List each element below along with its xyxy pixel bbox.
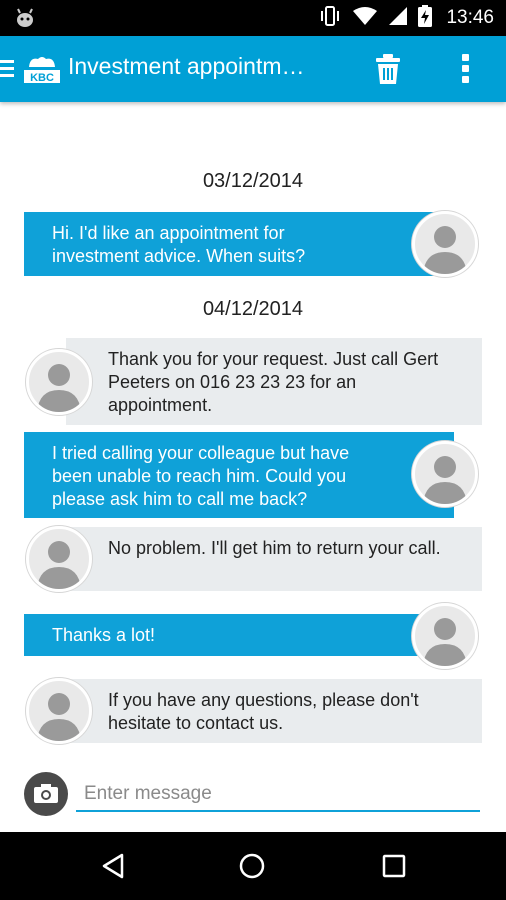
status-bar: 13:46 [0, 0, 506, 36]
camera-icon [24, 784, 68, 820]
message-bubble-outgoing[interactable]: I tried calling your colleague but have … [24, 432, 454, 518]
camera-button[interactable] [24, 772, 68, 816]
app-bar: KBC Investment appointm… [0, 36, 506, 102]
input-underline [76, 810, 480, 812]
signal-icon [388, 6, 408, 30]
status-time: 13:46 [446, 7, 494, 28]
message-bubble-outgoing[interactable]: Hi. I'd like an appointment for investme… [24, 212, 454, 276]
agent-avatar [26, 349, 92, 415]
user-avatar [412, 603, 478, 669]
wifi-icon [352, 6, 378, 30]
message-bubble-incoming[interactable]: Thank you for your request. Just call Ge… [66, 338, 482, 425]
home-icon[interactable] [238, 852, 266, 884]
overflow-menu-icon[interactable] [456, 52, 476, 90]
system-navigation-bar [0, 832, 506, 900]
vibrate-icon [318, 5, 342, 31]
back-icon[interactable] [100, 852, 126, 884]
message-composer [0, 768, 506, 832]
message-bubble-incoming[interactable]: If you have any questions, please don't … [66, 679, 482, 743]
message-bubble-incoming[interactable]: No problem. I'll get him to return your … [66, 527, 482, 591]
screen-title: Investment appointm… [68, 53, 305, 79]
delete-trash-icon[interactable] [374, 52, 402, 90]
user-avatar [412, 211, 478, 277]
svg-text:KBC: KBC [30, 72, 54, 84]
date-separator: 04/12/2014 [202, 298, 304, 320]
agent-avatar [26, 526, 92, 592]
kbc-logo[interactable]: KBC [22, 53, 62, 91]
android-debug-icon [14, 7, 36, 33]
date-separator: 03/12/2014 [202, 170, 304, 192]
message-bubble-outgoing[interactable]: Thanks a lot! [24, 614, 454, 656]
recent-apps-icon[interactable] [380, 852, 408, 884]
navigation-drawer-icon[interactable] [0, 58, 16, 84]
message-input[interactable] [76, 774, 480, 814]
battery-charging-icon [418, 5, 433, 31]
agent-avatar [26, 678, 92, 744]
user-avatar [412, 441, 478, 507]
